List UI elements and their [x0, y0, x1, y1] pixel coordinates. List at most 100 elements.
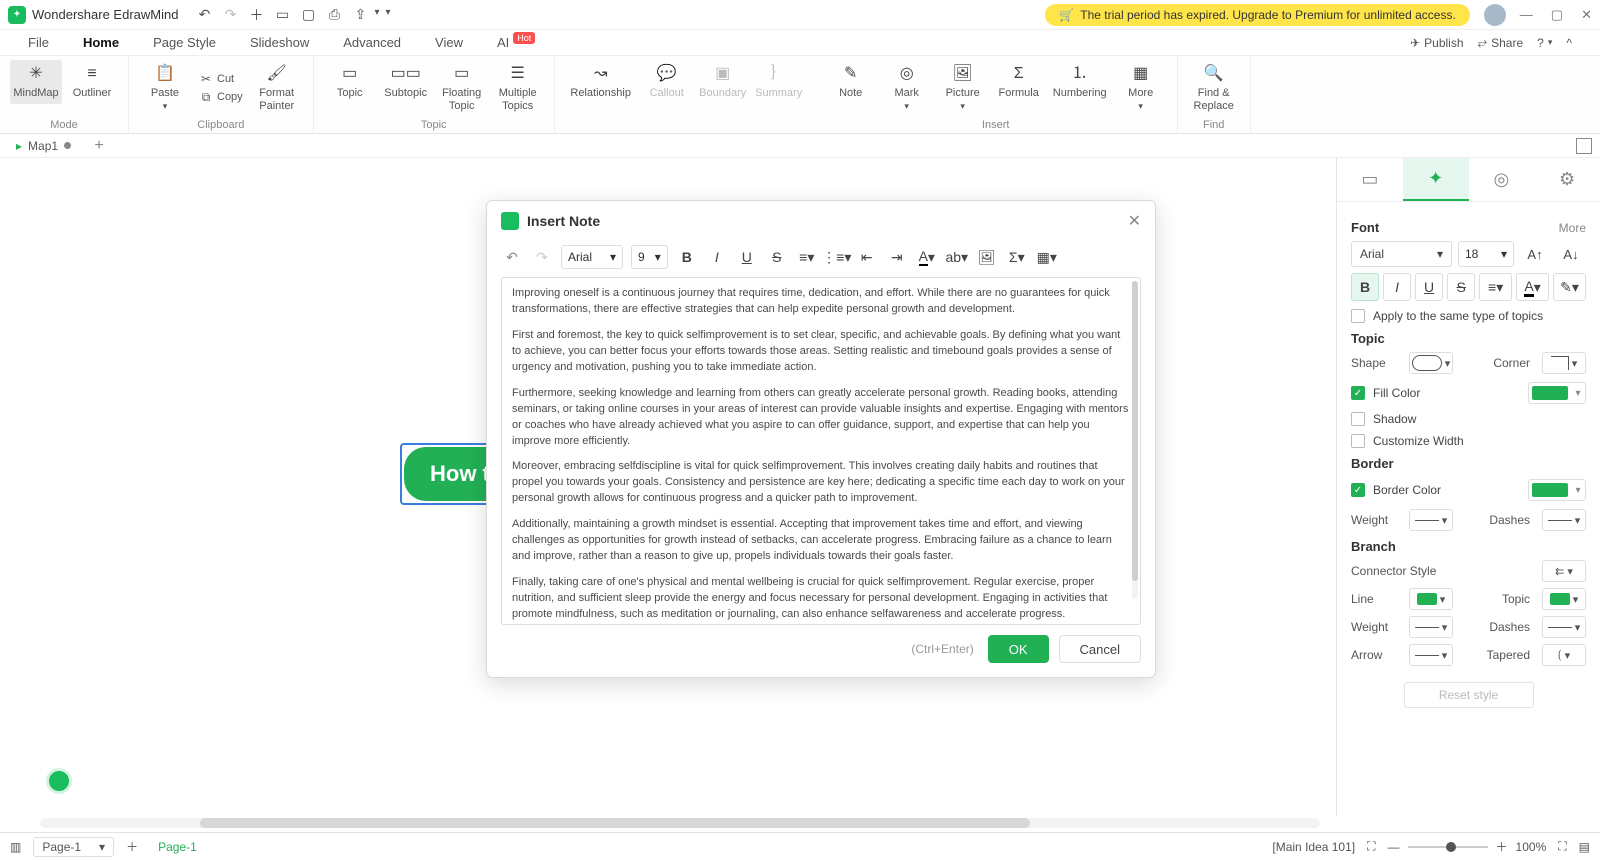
save-icon[interactable]: ▢	[300, 7, 316, 23]
redo-icon[interactable]: ↷	[222, 7, 238, 23]
tab-view[interactable]: View	[435, 35, 463, 50]
add-page-button[interactable]: ＋	[126, 838, 138, 855]
doc-tab-map1[interactable]: ▸ Map1	[8, 137, 79, 155]
font-color-button[interactable]: A▾	[1516, 273, 1549, 301]
zoom-in-button[interactable]: ＋	[1496, 838, 1508, 855]
border-dashes-select[interactable]: ▾	[1542, 509, 1586, 531]
undo-icon[interactable]: ↶	[196, 7, 212, 23]
zoom-slider[interactable]	[1408, 846, 1488, 848]
fit-page-icon[interactable]: ⛶	[1367, 839, 1375, 854]
corner-select[interactable]: ▾	[1542, 352, 1586, 374]
apply-same-type-checkbox[interactable]: Apply to the same type of topics	[1351, 309, 1586, 323]
note-underline-button[interactable]: U	[736, 246, 758, 268]
note-indent-right-button[interactable]: ⇥	[886, 246, 908, 268]
note-textarea[interactable]: Improving oneself is a continuous journe…	[501, 277, 1141, 625]
avatar[interactable]	[1484, 4, 1506, 26]
panel-toggle-icon[interactable]: ▤	[1579, 840, 1590, 854]
find-replace-button[interactable]: 🔍Find & Replace	[1188, 60, 1240, 116]
close-window-icon[interactable]: ✕	[1581, 7, 1592, 23]
floating-topic-button[interactable]: ▭Floating Topic	[436, 60, 488, 116]
tab-slideshow[interactable]: Slideshow	[250, 35, 309, 50]
share-button[interactable]: ⥂Share	[1478, 35, 1524, 50]
window-layout-icon[interactable]	[1576, 138, 1592, 154]
custom-width-checkbox[interactable]: Customize Width	[1351, 434, 1586, 448]
italic-button[interactable]: I	[1383, 273, 1411, 301]
multiple-topics-button[interactable]: ☰Multiple Topics	[492, 60, 544, 116]
paste-button[interactable]: 📋Paste▾	[139, 60, 191, 115]
new-icon[interactable]: ＋	[248, 7, 264, 23]
publish-button[interactable]: ✈Publish	[1410, 36, 1463, 50]
collapse-ribbon-icon[interactable]: ^	[1566, 36, 1572, 50]
relationship-button[interactable]: ↝Relationship	[565, 60, 637, 104]
cut-button[interactable]: ✂Cut	[195, 71, 247, 87]
font-family-select[interactable]: Arial▾	[1351, 241, 1452, 267]
note-scrollbar[interactable]	[1132, 281, 1138, 599]
ok-button[interactable]: OK	[988, 635, 1049, 663]
note-align-button[interactable]: ≡▾	[796, 246, 818, 268]
picture-button[interactable]: 🖼Picture▾	[937, 60, 989, 115]
qat-more-icon[interactable]: ▾	[385, 7, 390, 23]
maximize-icon[interactable]: ▢	[1551, 7, 1563, 23]
note-size-select[interactable]: 9▾	[631, 245, 668, 269]
help-bubble-icon[interactable]	[46, 768, 72, 794]
tab-advanced[interactable]: Advanced	[343, 35, 401, 50]
note-highlight-button[interactable]: ab▾	[946, 246, 968, 268]
branch-topic-color[interactable]: ▾	[1542, 588, 1586, 610]
copy-button[interactable]: ⧉Copy	[195, 89, 247, 105]
subtopic-button[interactable]: ▭▭Subtopic	[380, 60, 432, 104]
branch-arrow-select[interactable]: ▾	[1409, 644, 1453, 666]
highlight-button[interactable]: ✎▾	[1553, 273, 1586, 301]
fullscreen-icon[interactable]: ⛶	[1558, 839, 1566, 854]
tab-page-style[interactable]: Page Style	[153, 35, 216, 50]
print-icon[interactable]: ⎙	[326, 7, 342, 23]
rp-tab-ai[interactable]: ✦	[1403, 158, 1469, 201]
fill-color-checkbox[interactable]: ✓Fill Color ▾	[1351, 382, 1586, 404]
border-color-checkbox[interactable]: ✓Border Color ▾	[1351, 479, 1586, 501]
fill-color-swatch[interactable]: ▾	[1528, 382, 1586, 404]
dialog-close-button[interactable]: ✕	[1128, 211, 1141, 231]
branch-dashes-select[interactable]: ▾	[1542, 616, 1586, 638]
note-table-button[interactable]: ▦▾	[1036, 246, 1058, 268]
more-insert-button[interactable]: ▦More▾	[1115, 60, 1167, 115]
align-button[interactable]: ≡▾	[1479, 273, 1512, 301]
font-smaller-button[interactable]: A↓	[1556, 241, 1586, 267]
open-icon[interactable]: ▭	[274, 7, 290, 23]
format-painter-button[interactable]: 🖌Format Painter	[251, 60, 303, 116]
shadow-checkbox[interactable]: Shadow	[1351, 412, 1586, 426]
branch-line-color[interactable]: ▾	[1409, 588, 1453, 610]
trial-banner[interactable]: 🛒 The trial period has expired. Upgrade …	[1045, 4, 1469, 26]
note-strike-button[interactable]: S	[766, 246, 788, 268]
branch-tapered-select[interactable]: ⟮▾	[1542, 644, 1586, 666]
tab-ai[interactable]: AIHot	[497, 35, 535, 50]
export-icon[interactable]: ⇪	[352, 7, 368, 23]
branch-weight-select[interactable]: ▾	[1409, 616, 1453, 638]
font-bigger-button[interactable]: A↑	[1520, 241, 1550, 267]
mindmap-button[interactable]: ✳MindMap	[10, 60, 62, 104]
bold-button[interactable]: B	[1351, 273, 1379, 301]
rp-tab-style[interactable]: ▭	[1337, 158, 1403, 201]
note-image-button[interactable]: 🖼	[976, 246, 998, 268]
page-dropdown[interactable]: Page-1▾	[33, 837, 114, 857]
rp-tab-settings[interactable]: ⚙	[1534, 158, 1600, 201]
note-indent-left-button[interactable]: ⇤	[856, 246, 878, 268]
rp-tab-mark[interactable]: ◎	[1469, 158, 1535, 201]
pages-panel-icon[interactable]: ▥	[10, 840, 21, 854]
formula-button[interactable]: ΣFormula	[993, 60, 1045, 104]
reset-style-button[interactable]: Reset style	[1404, 682, 1534, 708]
page-tab-1[interactable]: Page-1	[150, 840, 205, 854]
strike-button[interactable]: S	[1447, 273, 1475, 301]
help-button[interactable]: ?▾	[1537, 36, 1552, 50]
tab-home[interactable]: Home	[83, 35, 119, 50]
cancel-button[interactable]: Cancel	[1059, 635, 1141, 663]
note-undo-button[interactable]: ↶	[501, 246, 523, 268]
border-color-swatch[interactable]: ▾	[1528, 479, 1586, 501]
horizontal-scrollbar[interactable]	[40, 818, 1320, 828]
note-font-select[interactable]: Arial▾	[561, 245, 623, 269]
note-redo-button[interactable]: ↷	[531, 246, 553, 268]
mark-button[interactable]: ◎Mark▾	[881, 60, 933, 115]
note-italic-button[interactable]: I	[706, 246, 728, 268]
topic-button[interactable]: ▭Topic	[324, 60, 376, 104]
note-button[interactable]: ✎Note	[825, 60, 877, 104]
connector-style-select[interactable]: ⇇▾	[1542, 560, 1586, 582]
note-formula-button[interactable]: Σ▾	[1006, 246, 1028, 268]
